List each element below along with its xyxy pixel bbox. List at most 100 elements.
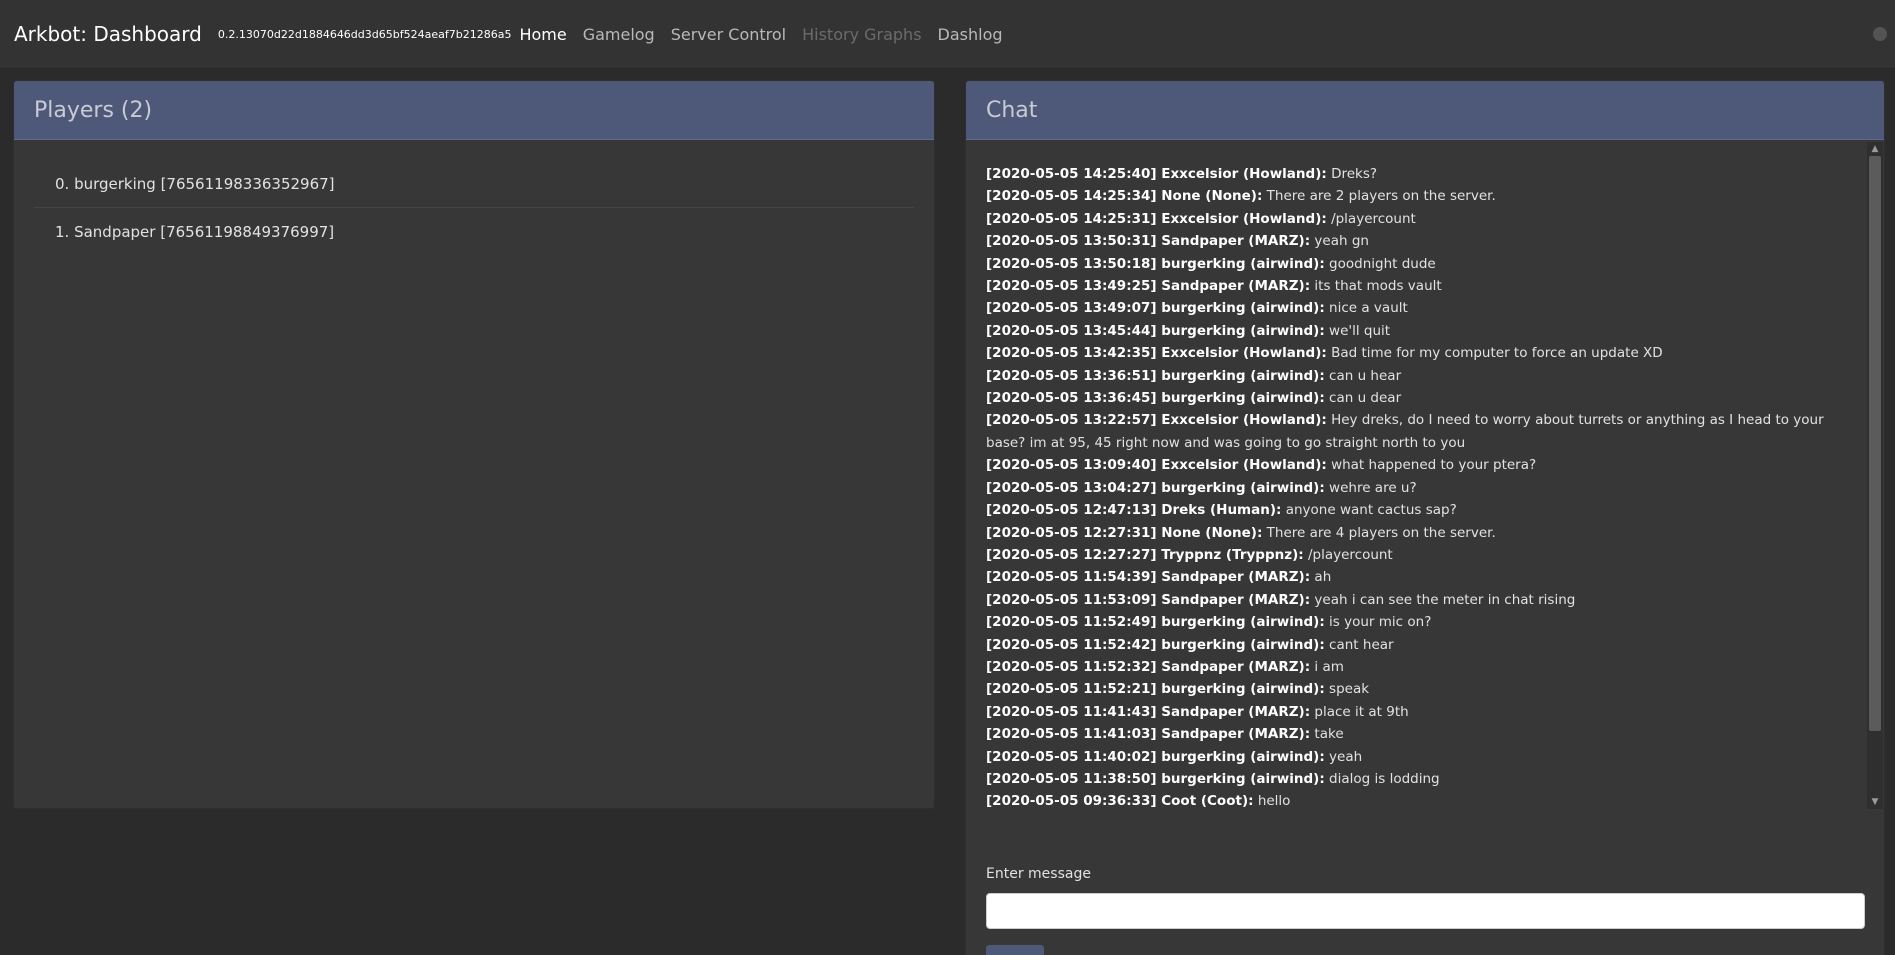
chat-message-prefix: [2020-05-05 11:54:39] Sandpaper (MARZ): (986, 569, 1311, 586)
chat-panel: Chat [2020-05-05 14:25:40] Exxcelsior (H… (965, 80, 1885, 955)
chat-message-prefix: [2020-05-05 13:49:07] burgerking (airwin… (986, 300, 1325, 317)
chat-message-text: is your mic on? (1329, 614, 1432, 631)
chat-message-prefix: [2020-05-05 13:50:31] Sandpaper (MARZ): (986, 233, 1311, 250)
chat-message: [2020-05-05 13:04:27] burgerking (airwin… (986, 477, 1836, 499)
chat-message-prefix: [2020-05-05 13:50:18] burgerking (airwin… (986, 255, 1325, 272)
chat-log[interactable]: [2020-05-05 14:25:40] Exxcelsior (Howlan… (986, 163, 1836, 893)
chat-message-prefix: [2020-05-05 14:25:31] Exxcelsior (Howlan… (986, 210, 1327, 227)
chat-message-text: anyone want cactus sap? (1285, 502, 1457, 519)
chat-message: [2020-05-05 13:36:51] burgerking (airwin… (986, 365, 1836, 387)
chat-message: [2020-05-05 11:52:49] burgerking (airwin… (986, 611, 1836, 633)
chat-message: [2020-05-05 11:53:09] Sandpaper (MARZ): … (986, 589, 1836, 611)
chat-message: [2020-05-05 13:22:57] Exxcelsior (Howlan… (986, 409, 1836, 454)
chat-message-text: goodnight dude (1329, 255, 1436, 272)
chat-message-text: cant hear (1329, 636, 1394, 653)
brand-title[interactable]: Arkbot: Dashboard (14, 22, 202, 46)
chat-scrollbar[interactable]: ▲ ▼ (1867, 142, 1883, 809)
chat-message: [2020-05-05 13:50:18] burgerking (airwin… (986, 253, 1836, 275)
chat-message-text: Bad time for my computer to force an upd… (1331, 345, 1663, 362)
chat-message: [2020-05-05 14:25:34] None (None): There… (986, 185, 1836, 207)
send-button[interactable] (986, 945, 1044, 955)
version-hash: 0.2.13070d22d1884646dd3d65bf524aeaf7b212… (217, 27, 512, 41)
chat-message-text: There are 2 players on the server. (1266, 188, 1496, 205)
chat-message-text: dialog is lodding (1329, 770, 1440, 787)
chat-message-text: yeah (1329, 748, 1363, 765)
chat-message-prefix: [2020-05-05 12:47:13] Dreks (Human): (986, 502, 1282, 519)
chat-message: [2020-05-05 13:45:44] burgerking (airwin… (986, 320, 1836, 342)
chat-message-prefix: [2020-05-05 13:36:51] burgerking (airwin… (986, 367, 1325, 384)
chevron-up-icon[interactable]: ▲ (1867, 142, 1883, 156)
chat-message-prefix: [2020-05-05 13:45:44] burgerking (airwin… (986, 322, 1325, 339)
chat-message: [2020-05-05 13:36:45] burgerking (airwin… (986, 387, 1836, 409)
chat-message-prefix: [2020-05-05 11:41:43] Sandpaper (MARZ): (986, 703, 1311, 720)
top-navbar: Arkbot: Dashboard 0.2.13070d22d1884646dd… (0, 0, 1895, 69)
chat-message-prefix: [2020-05-05 09:36:33] Coot (Coot): (986, 793, 1254, 810)
chevron-down-icon[interactable]: ▼ (1867, 795, 1883, 809)
chat-title: Chat (986, 97, 1038, 123)
chat-message-prefix: [2020-05-05 13:36:45] burgerking (airwin… (986, 390, 1325, 407)
chat-message-text: i am (1314, 658, 1344, 675)
chat-message: [2020-05-05 11:54:39] Sandpaper (MARZ): … (986, 566, 1836, 588)
chat-message-text: yeah gn (1314, 233, 1369, 250)
chat-message-prefix: [2020-05-05 11:52:49] burgerking (airwin… (986, 614, 1325, 631)
chat-message-prefix: [2020-05-05 11:52:42] burgerking (airwin… (986, 636, 1325, 653)
chat-message-text: Dreks? (1331, 166, 1378, 182)
players-title: Players (2) (34, 97, 153, 123)
message-input[interactable] (986, 893, 1865, 929)
chat-message: [2020-05-05 14:25:31] Exxcelsior (Howlan… (986, 208, 1836, 230)
chat-message-prefix: [2020-05-05 11:41:03] Sandpaper (MARZ): (986, 726, 1311, 743)
chat-message-text: ah (1314, 569, 1332, 586)
nav-dashlog[interactable]: Dashlog (938, 25, 1003, 44)
chat-message-prefix: [2020-05-05 13:42:35] Exxcelsior (Howlan… (986, 345, 1327, 362)
chat-message-text: speak (1329, 681, 1370, 698)
nav-server-control[interactable]: Server Control (671, 25, 786, 44)
list-item: 0. burgerking [76561198336352967] (34, 160, 914, 208)
chat-message-text: take (1314, 726, 1344, 743)
chat-message-prefix: [2020-05-05 12:27:31] None (None): (986, 524, 1263, 541)
chat-message-prefix: [2020-05-05 13:22:57] Exxcelsior (Howlan… (986, 412, 1327, 429)
scrollbar-thumb[interactable] (1869, 156, 1881, 731)
players-list: 0. burgerking [76561198336352967] 1. San… (14, 140, 934, 256)
chat-message-prefix: [2020-05-05 13:04:27] burgerking (airwin… (986, 479, 1325, 496)
chat-message: [2020-05-05 11:52:21] burgerking (airwin… (986, 678, 1836, 700)
list-item: 1. Sandpaper [76561198849376997] (55, 223, 335, 241)
chat-message: [2020-05-05 13:50:31] Sandpaper (MARZ): … (986, 230, 1836, 252)
chat-message-text: /playercount (1331, 210, 1416, 227)
chat-message: [2020-05-05 13:49:07] burgerking (airwin… (986, 297, 1836, 319)
chat-message-text: place it at 9th (1314, 703, 1409, 720)
players-panel: Players (2) 0. burgerking [7656119833635… (13, 80, 935, 809)
chat-message: [2020-05-05 11:41:03] Sandpaper (MARZ): … (986, 723, 1836, 745)
chat-message: [2020-05-05 13:42:35] Exxcelsior (Howlan… (986, 342, 1836, 364)
chat-message-text: can u hear (1329, 367, 1402, 384)
chat-message: [2020-05-05 11:52:42] burgerking (airwin… (986, 634, 1836, 656)
chat-message-prefix: [2020-05-05 11:52:32] Sandpaper (MARZ): (986, 658, 1311, 675)
status-dot-icon (1873, 27, 1887, 41)
chat-message-text: can u dear (1329, 390, 1402, 407)
nav-history-graphs: History Graphs (802, 24, 922, 44)
chat-message: [2020-05-05 13:09:40] Exxcelsior (Howlan… (986, 454, 1836, 476)
chat-message-prefix: [2020-05-05 13:09:40] Exxcelsior (Howlan… (986, 457, 1327, 474)
chat-message-text: we'll quit (1329, 322, 1391, 339)
chat-message: [2020-05-05 11:52:32] Sandpaper (MARZ): … (986, 656, 1836, 678)
chat-message-text: hello (1257, 793, 1291, 810)
chat-message: [2020-05-05 11:41:43] Sandpaper (MARZ): … (986, 701, 1836, 723)
chat-message: [2020-05-05 13:49:25] Sandpaper (MARZ): … (986, 275, 1836, 297)
chat-message-prefix: [2020-05-05 14:25:40] Exxcelsior (Howlan… (986, 166, 1327, 182)
chat-message-prefix: [2020-05-05 11:53:09] Sandpaper (MARZ): (986, 591, 1311, 608)
chat-message-prefix: [2020-05-05 12:27:27] Tryppnz (Tryppnz): (986, 546, 1304, 563)
chat-message-text: nice a vault (1329, 300, 1408, 317)
chat-message-prefix: [2020-05-05 11:40:02] burgerking (airwin… (986, 748, 1325, 765)
chat-message-text: yeah i can see the meter in chat rising (1314, 591, 1576, 608)
chat-message-text: wehre are u? (1329, 479, 1417, 496)
chat-message: [2020-05-05 12:27:27] Tryppnz (Tryppnz):… (986, 544, 1836, 566)
chat-message-text: its that mods vault (1314, 278, 1442, 295)
chat-message-prefix: [2020-05-05 14:25:34] None (None): (986, 188, 1263, 205)
chat-message: [2020-05-05 14:25:40] Exxcelsior (Howlan… (986, 163, 1836, 185)
nav-gamelog[interactable]: Gamelog (583, 25, 655, 44)
chat-message-prefix: [2020-05-05 13:49:25] Sandpaper (MARZ): (986, 278, 1311, 295)
players-panel-header: Players (2) (14, 81, 934, 140)
chat-message-text: /playercount (1307, 546, 1393, 563)
chat-message-prefix: [2020-05-05 11:52:21] burgerking (airwin… (986, 681, 1325, 698)
message-input-label: Enter message (986, 866, 1091, 882)
nav-home[interactable]: Home (519, 25, 566, 44)
